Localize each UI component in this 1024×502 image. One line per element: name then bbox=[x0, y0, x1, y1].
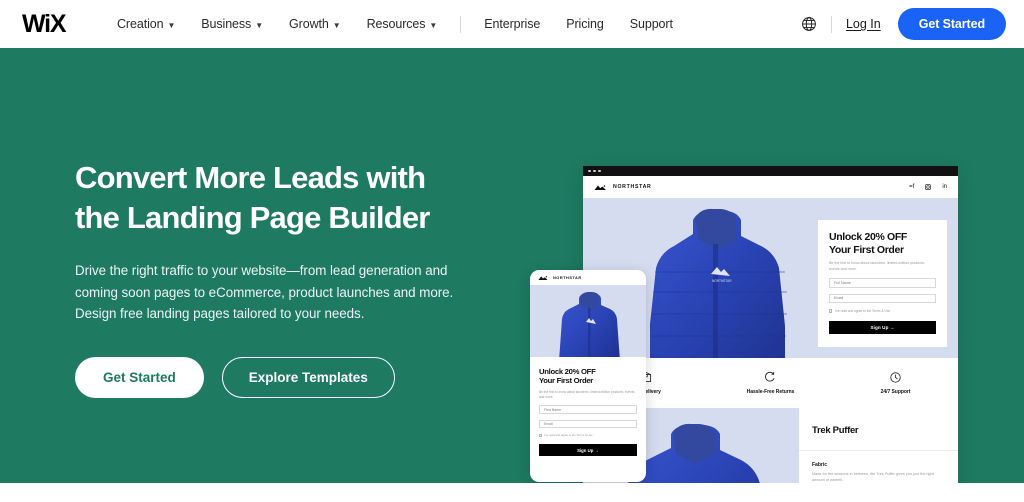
feature-label: 24/7 Support bbox=[880, 389, 911, 395]
social-icons: =f in bbox=[909, 184, 947, 190]
mobile-site-header: NORTHSTAR bbox=[530, 270, 646, 285]
nav-item-resources-label: Resources bbox=[366, 17, 426, 31]
mountain-logo-icon bbox=[538, 275, 548, 280]
northstar-brand: NORTHSTAR bbox=[594, 184, 651, 191]
linkedin-icon[interactable]: in bbox=[942, 184, 947, 190]
hero-heading-line1: Convert More Leads with bbox=[75, 160, 426, 195]
nav-item-pricing-label: Pricing bbox=[566, 17, 604, 31]
facebook-icon[interactable]: =f bbox=[909, 184, 914, 190]
hero-cta-row: Get Started Explore Templates bbox=[75, 356, 495, 398]
mobile-signup-form: Unlock 20% OFF Your First Order Be the f… bbox=[530, 357, 646, 457]
mobile-signup-subtext: Be the first to know about launches, lim… bbox=[539, 389, 635, 399]
consent-label: I've read and agree to the Terms & Use bbox=[834, 309, 891, 313]
puffer-jacket-image: NORTHSTAR bbox=[650, 208, 787, 358]
mobile-consent-label: I've read and agree to the Terms & Use bbox=[544, 433, 593, 438]
product-fabric-section: Fabric Made for the seasons in between, … bbox=[799, 451, 958, 483]
clock-icon bbox=[890, 372, 901, 383]
mobile-signup-heading-line2: Your First Order bbox=[539, 376, 594, 386]
chevron-down-icon: ▼ bbox=[167, 20, 176, 30]
signup-submit-button[interactable]: Sign Up → bbox=[829, 321, 936, 334]
nav-item-support[interactable]: Support bbox=[617, 17, 686, 31]
nav-item-business[interactable]: Business ▼ bbox=[188, 17, 276, 31]
mobile-brand-name: NORTHSTAR bbox=[553, 275, 582, 280]
mobile-signup-heading-line1: Unlock 20% OFF bbox=[539, 367, 596, 376]
window-dot-icon bbox=[593, 169, 596, 173]
mobile-signup-heading: Unlock 20% OFF Your First Order bbox=[539, 367, 637, 386]
signup-form-card: Unlock 20% OFF Your First Order Be the f… bbox=[818, 220, 947, 347]
browser-title-bar bbox=[583, 166, 958, 176]
svg-text:WiX: WiX bbox=[22, 11, 67, 37]
globe-icon[interactable] bbox=[801, 16, 817, 32]
nav-right-actions: Log In Get Started bbox=[801, 8, 1006, 40]
nav-item-support-label: Support bbox=[629, 17, 673, 31]
top-navigation-bar: WiX Creation ▼ Business ▼ Growth ▼ Resou… bbox=[0, 0, 1024, 48]
chevron-down-icon: ▼ bbox=[429, 20, 438, 30]
nav-item-resources[interactable]: Resources ▼ bbox=[354, 17, 451, 31]
nav-right-divider bbox=[830, 15, 832, 33]
nav-item-business-label: Business bbox=[201, 17, 252, 31]
signup-heading: Unlock 20% OFF Your First Order bbox=[829, 231, 936, 256]
mountain-logo-icon bbox=[594, 184, 606, 190]
fabric-body: Made for the seasons in between, the Tre… bbox=[812, 472, 934, 482]
wix-landing-page-screenshot: WiX Creation ▼ Business ▼ Growth ▼ Resou… bbox=[0, 0, 1024, 502]
signup-heading-line2: Your First Order bbox=[829, 243, 904, 256]
nav-links: Creation ▼ Business ▼ Growth ▼ Resources… bbox=[104, 15, 686, 33]
consent-checkbox-row[interactable]: I've read and agree to the Terms & Use bbox=[829, 309, 936, 313]
get-started-button[interactable]: Get Started bbox=[897, 8, 1006, 40]
nav-item-pricing[interactable]: Pricing bbox=[553, 17, 617, 31]
chevron-down-icon: ▼ bbox=[332, 20, 341, 30]
signup-heading-line1: Unlock 20% OFF bbox=[829, 231, 907, 243]
mobile-firstname-input[interactable]: First Name bbox=[539, 405, 637, 414]
fabric-heading: Fabric bbox=[812, 462, 828, 468]
feature-hassle-free-returns: Hassle-Free Returns bbox=[708, 371, 833, 395]
nav-item-growth[interactable]: Growth ▼ bbox=[276, 17, 354, 31]
return-arrow-icon bbox=[765, 371, 775, 382]
hero-text-block: Convert More Leads with the Landing Page… bbox=[75, 158, 495, 398]
product-detail-card: Trek Puffer Fabric Made for the seasons … bbox=[799, 408, 958, 483]
login-link[interactable]: Log In bbox=[846, 17, 881, 31]
signup-subtext: Be the first to know about launches, lim… bbox=[829, 261, 925, 271]
svg-text:NORTHSTAR: NORTHSTAR bbox=[712, 279, 732, 283]
feature-24-7-support: 24/7 Support bbox=[833, 371, 958, 395]
puffer-jacket-image bbox=[559, 292, 620, 357]
hero-section: Convert More Leads with the Landing Page… bbox=[0, 48, 1024, 483]
hero-get-started-button[interactable]: Get Started bbox=[75, 356, 204, 398]
mobile-consent-checkbox-row[interactable]: I've read and agree to the Terms & Use bbox=[539, 433, 637, 437]
window-dot-icon bbox=[588, 169, 591, 173]
feature-label: Hassle-Free Returns bbox=[746, 389, 795, 395]
brand-name: NORTHSTAR bbox=[613, 184, 652, 190]
nav-item-growth-label: Growth bbox=[289, 17, 329, 31]
nav-divider bbox=[460, 15, 462, 33]
email-input[interactable]: Email bbox=[829, 293, 936, 303]
checkbox-icon[interactable] bbox=[829, 309, 833, 313]
nav-item-creation-label: Creation bbox=[117, 17, 164, 31]
mobile-email-input[interactable]: Email bbox=[539, 419, 637, 429]
window-dot-icon bbox=[598, 169, 601, 173]
mobile-phone-mockup: NORTHSTAR Unlock 20% OFF Your First Orde… bbox=[530, 270, 646, 482]
mobile-hero-image bbox=[530, 285, 646, 357]
nav-item-enterprise-label: Enterprise bbox=[484, 17, 541, 31]
hero-subtext: Drive the right traffic to your website—… bbox=[75, 263, 454, 321]
chevron-down-icon: ▼ bbox=[255, 20, 264, 30]
nav-item-enterprise[interactable]: Enterprise bbox=[471, 17, 553, 31]
hero-explore-templates-button[interactable]: Explore Templates bbox=[221, 356, 395, 398]
instagram-icon[interactable] bbox=[925, 184, 932, 190]
fullname-input[interactable]: Full Name bbox=[829, 278, 936, 288]
wix-logo[interactable]: WiX bbox=[22, 11, 74, 37]
hero-heading: Convert More Leads with the Landing Page… bbox=[75, 158, 495, 238]
hero-heading-line2: the Landing Page Builder bbox=[75, 200, 430, 235]
product-title: Trek Puffer bbox=[799, 408, 958, 451]
mobile-signup-submit-button[interactable]: Sign Up → bbox=[539, 444, 637, 457]
mock-site-header: NORTHSTAR =f in bbox=[583, 176, 958, 198]
nav-item-creation[interactable]: Creation ▼ bbox=[104, 17, 188, 31]
checkbox-icon[interactable] bbox=[539, 433, 542, 437]
